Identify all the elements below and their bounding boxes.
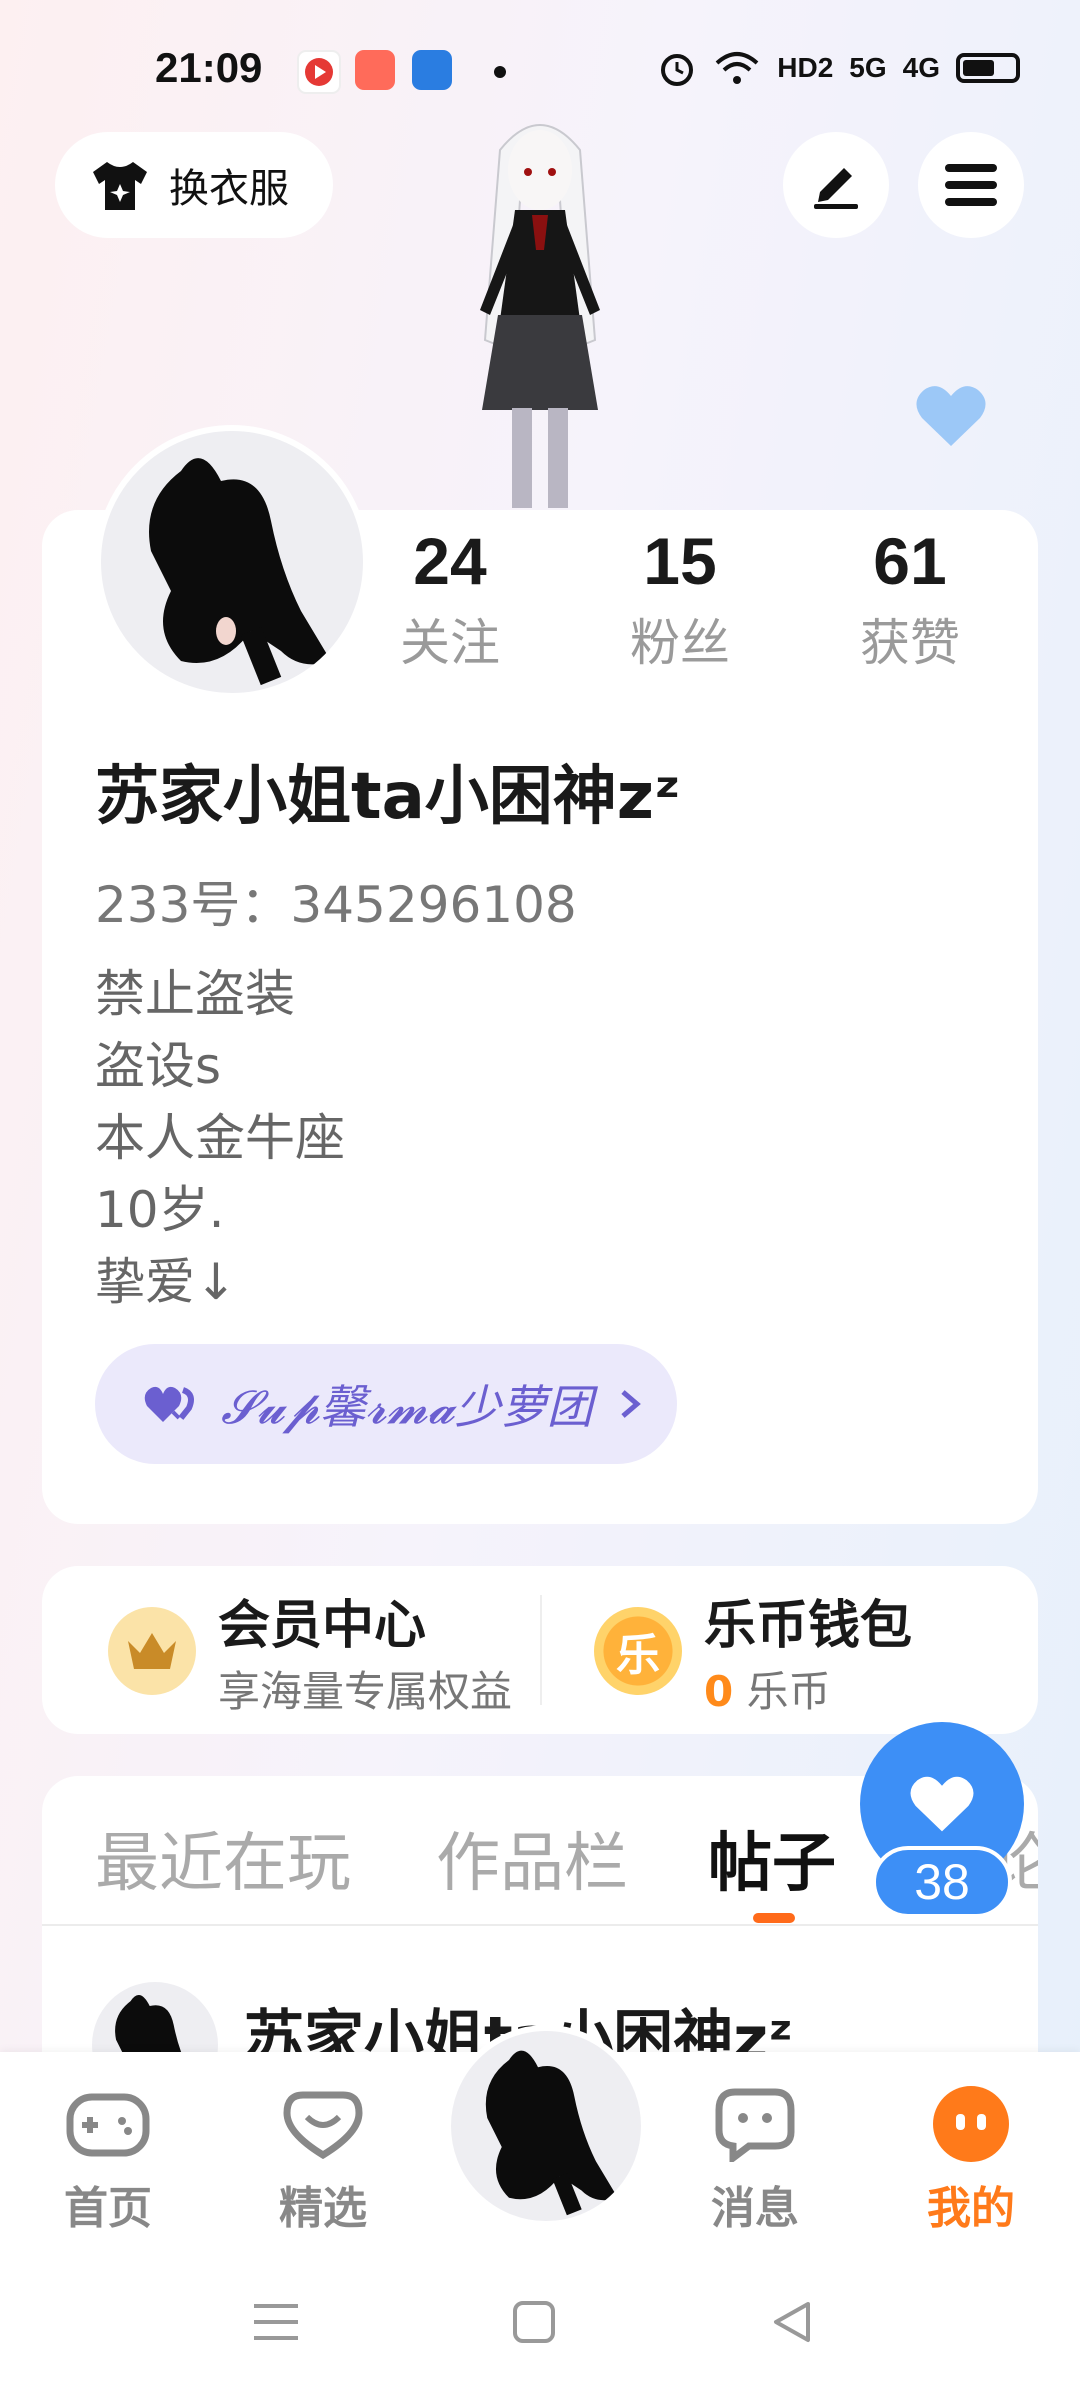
wallet-title: 乐币钱包 [704,1596,913,1656]
wifi-icon [715,52,759,84]
member-center-subtitle: 享海量专属权益 [218,1667,513,1716]
heart-icon [910,1776,974,1832]
likes-label: 获赞 [860,614,960,672]
double-heart-icon [144,1386,194,1422]
wallet-amount: 0 [704,1667,734,1716]
stat-followers[interactable]: 15 粉丝 [590,523,770,675]
likes-count: 61 [873,524,947,598]
nav-messages[interactable]: 消息 [680,2082,830,2236]
shirt-icon [93,162,147,210]
dress-up-label: 换衣服 [169,166,289,212]
coin-icon: 乐 [594,1607,682,1695]
nav-home-label: 首页 [64,2183,152,2234]
profile-bio: 禁止盗装 盗设s 本人金牛座 10岁. 挚爱↓ [95,958,345,1318]
hd-label: HD2 [777,52,834,83]
dress-up-button[interactable]: 换衣服 [55,132,333,238]
edit-profile-button[interactable] [783,132,889,238]
profile-username: 苏家小姐ta小困神zᶻ [95,760,681,834]
heart-chat-icon [283,2091,363,2159]
face-icon [933,2086,1009,2162]
profile-user-id[interactable]: 233号：345296108 [95,865,577,937]
member-center-title: 会员中心 [218,1596,427,1656]
fan-group-button[interactable]: 𝓢𝓾𝓹馨𝓻𝓶𝓪少萝团 [95,1344,677,1464]
nav-center-avatar[interactable] [445,2025,647,2227]
tab-works[interactable]: 作品栏 [436,1812,628,1904]
coin-char: 乐 [616,1630,660,1681]
home-icon[interactable] [512,2300,556,2344]
nav-home[interactable]: 首页 [33,2082,183,2236]
nav-mine-label: 我的 [927,2183,1015,2234]
4g-label: 4G [902,52,940,83]
fan-group-label: 𝓢𝓾𝓹馨𝓻𝓶𝓪少萝团 [221,1380,593,1434]
active-tab-indicator [753,1913,795,1923]
bio-line: 挚爱↓ [95,1253,237,1311]
chevron-right-icon [621,1390,641,1418]
following-count: 24 [413,524,487,598]
photo-app-icon [355,50,395,90]
wallet-unit: 乐币 [746,1667,831,1716]
tab-posts[interactable]: 帖子 [708,1812,836,1904]
like-heart-icon[interactable] [914,382,988,450]
fish-app-icon [412,50,452,90]
status-time: 21:09 [155,44,263,91]
recent-apps-icon[interactable] [252,2300,300,2344]
back-icon[interactable] [770,2300,814,2344]
nav-mine[interactable]: 我的 [896,2082,1046,2236]
gamepad-icon [66,2093,150,2157]
bio-line: 盗设s [95,1037,222,1095]
battery-icon [956,53,1020,83]
status-right: HD2 5G 4G [657,48,1020,88]
wallet-balance: 0 乐币 [704,1658,912,1719]
entry-divider [540,1595,542,1705]
pen-icon [814,168,858,209]
alarm-icon [661,54,694,86]
profile-avatar[interactable] [95,425,369,699]
bio-line: 本人金牛座 [95,1109,345,1167]
following-label: 关注 [400,614,500,672]
followers-count: 15 [643,524,717,598]
wallet-entry[interactable]: 乐 乐币钱包 0 乐币 [594,1596,1014,1716]
hamburger-menu-icon [945,164,997,206]
avatar-character-figure[interactable] [420,110,660,510]
message-icon [715,2088,795,2162]
tab-recent-played[interactable]: 最近在玩 [95,1812,351,1904]
dot-icon [494,66,506,78]
stat-likes[interactable]: 61 获赞 [820,523,1000,675]
nav-featured-label: 精选 [279,2183,367,2234]
tabs-divider [42,1924,1038,1926]
bio-line: 禁止盗装 [95,965,295,1023]
5g-label: 5G [849,52,887,83]
member-center-entry[interactable]: 会员中心 享海量专属权益 [108,1596,538,1716]
stat-following[interactable]: 24 关注 [360,523,540,675]
heart-fab-count: 38 [872,1846,1012,1918]
video-app-icon [297,50,341,94]
followers-label: 粉丝 [630,614,730,672]
bio-line: 10岁. [95,1181,225,1239]
nav-featured[interactable]: 精选 [248,2082,398,2236]
crown-icon [108,1607,196,1695]
menu-button[interactable] [918,132,1024,238]
nav-messages-label: 消息 [711,2183,799,2234]
